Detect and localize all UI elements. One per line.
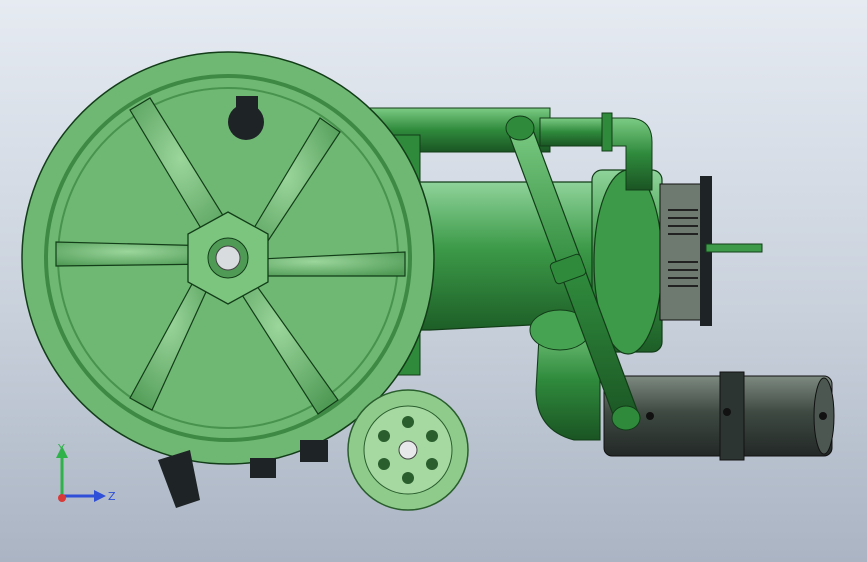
y-axis-label: Y <box>57 442 65 455</box>
small-pulley[interactable] <box>347 389 469 511</box>
axis-triad: Y Z <box>56 442 116 503</box>
z-axis-label: Z <box>108 490 116 503</box>
x-axis-marker <box>58 494 66 502</box>
valve-head-assembly[interactable] <box>659 176 763 326</box>
engine-model[interactable] <box>0 0 867 562</box>
graphics-viewport[interactable]: Y Z <box>0 0 867 562</box>
z-axis-arrowhead <box>94 490 106 502</box>
